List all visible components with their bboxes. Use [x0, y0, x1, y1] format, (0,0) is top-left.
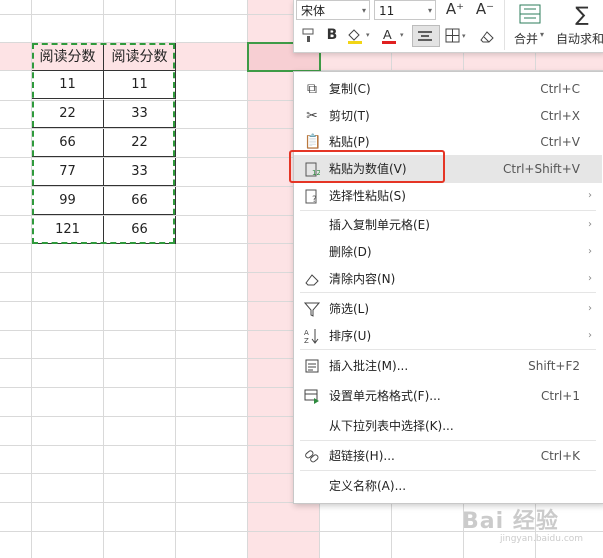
format-painter-button[interactable] — [300, 27, 318, 45]
toolbar-divider — [504, 0, 505, 50]
menu-item-shortcut: Ctrl+X — [540, 109, 580, 123]
menu-item-hyperlink[interactable]: 超链接(H)... Ctrl+K — [294, 443, 602, 469]
menu-item-label: 粘贴(P) — [329, 135, 370, 149]
svg-text:▾: ▾ — [366, 31, 370, 39]
copy-icon: ⧉ — [307, 81, 317, 97]
merge-label[interactable]: 合并 — [514, 30, 538, 47]
menu-item-delete[interactable]: 删除(D) › — [294, 239, 602, 265]
menu-item-cut[interactable]: ✂ 剪切(T) Ctrl+X — [294, 103, 602, 129]
menu-item-filter[interactable]: 筛选(L) › — [294, 296, 602, 322]
borders-button[interactable]: ▾ — [444, 27, 470, 45]
menu-item-label: 排序(U) — [329, 329, 372, 343]
copy-marquee — [32, 43, 175, 244]
font-name-value: 宋体 — [301, 4, 326, 18]
eraser-icon — [480, 31, 494, 43]
menu-item-label: 删除(D) — [329, 245, 372, 259]
chevron-right-icon: › — [588, 246, 592, 257]
filter-icon — [303, 301, 321, 317]
menu-item-label: 清除内容(N) — [329, 272, 396, 286]
font-size-value: 11 — [379, 4, 395, 18]
chevron-down-icon: ▾ — [427, 6, 432, 15]
menu-item-shortcut: Ctrl+K — [540, 449, 580, 463]
menu-item-paste-special[interactable]: ? 选择性粘贴(S) › — [294, 183, 602, 209]
annotation-highlight-box — [289, 150, 445, 183]
mini-toolbar: 宋体 ▾ 11 ▾ A⁺ A⁻ B ▾ A ▾ ▾ 合并 ▾ ∑ 自动求和 — [293, 0, 603, 53]
menu-item-format-cells[interactable]: 设置单元格格式(F)... Ctrl+1 — [294, 383, 602, 409]
menu-item-define-name[interactable]: 定义名称(A)... — [294, 473, 602, 499]
menu-item-label: 插入批注(M)... — [329, 359, 409, 373]
context-menu: ⧉ 复制(C) Ctrl+C ✂ 剪切(T) Ctrl+X 📋 粘贴(P) Ct… — [293, 71, 603, 504]
chevron-right-icon: › — [588, 273, 592, 284]
menu-item-label: 定义名称(A)... — [329, 479, 407, 493]
chevron-right-icon: › — [588, 190, 592, 201]
scissors-icon: ✂ — [306, 108, 318, 124]
eraser-icon — [304, 271, 320, 287]
menu-item-label: 筛选(L) — [329, 302, 370, 316]
clear-format-button[interactable] — [478, 27, 496, 45]
menu-item-label: 超链接(H)... — [329, 449, 395, 463]
svg-text:▾: ▾ — [400, 31, 404, 39]
watermark-url: jingyan.baidu.com — [500, 534, 584, 544]
svg-text:?: ? — [312, 195, 317, 204]
menu-item-insert-copied-cells[interactable]: 插入复制单元格(E) › — [294, 212, 602, 238]
menu-item-shortcut: Shift+F2 — [528, 359, 580, 373]
font-name-select[interactable]: 宋体 ▾ — [296, 0, 370, 20]
format-cells-icon — [304, 388, 320, 404]
menu-item-pick-from-list[interactable]: 从下拉列表中选择(K)... — [294, 413, 602, 439]
menu-separator — [300, 349, 596, 350]
svg-text:▾: ▾ — [462, 32, 466, 40]
chevron-down-icon: ▾ — [361, 6, 366, 15]
svg-text:Z: Z — [304, 337, 309, 344]
font-color-icon: A ▾ — [382, 27, 404, 44]
fill-bucket-icon: ▾ — [348, 29, 370, 44]
menu-separator — [300, 440, 596, 441]
link-icon — [304, 448, 320, 464]
menu-item-shortcut: Ctrl+1 — [540, 389, 580, 403]
menu-item-clear-contents[interactable]: 清除内容(N) › — [294, 266, 602, 292]
svg-text:A: A — [383, 27, 392, 42]
menu-item-shortcut: Ctrl+C — [540, 82, 580, 96]
borders-icon: ▾ — [445, 28, 466, 43]
sort-icon: AZ — [304, 328, 320, 345]
grid-line — [247, 0, 248, 558]
align-center-icon — [418, 31, 432, 41]
menu-separator — [300, 292, 596, 293]
menu-item-shortcut: Ctrl+V — [540, 135, 580, 149]
menu-item-label: 剪切(T) — [329, 109, 370, 123]
menu-item-label: 设置单元格格式(F)... — [329, 389, 441, 403]
menu-item-label: 复制(C) — [329, 82, 371, 96]
autosum-label[interactable]: 自动求和 — [556, 30, 603, 47]
sigma-icon[interactable]: ∑ — [570, 2, 594, 26]
shrink-font-button[interactable]: A⁻ — [474, 0, 496, 18]
paste-icon: 📋 — [304, 134, 322, 150]
format-painter-icon — [302, 28, 314, 42]
menu-item-copy[interactable]: ⧉ 复制(C) Ctrl+C — [294, 76, 602, 102]
paste-special-icon: ? — [304, 188, 320, 205]
align-center-button[interactable] — [412, 25, 440, 47]
menu-separator — [300, 470, 596, 471]
menu-item-label: 从下拉列表中选择(K)... — [329, 419, 454, 433]
grow-font-button[interactable]: A⁺ — [444, 0, 466, 18]
fill-color-button[interactable]: ▾ — [346, 27, 374, 45]
chevron-down-icon: ▾ — [540, 30, 545, 39]
watermark-logo: Bai 经验 — [462, 509, 559, 534]
bold-button[interactable]: B — [324, 27, 340, 43]
merge-cells-icon — [519, 4, 541, 24]
chevron-right-icon: › — [588, 219, 592, 230]
menu-item-sort[interactable]: AZ 排序(U) › — [294, 323, 602, 349]
comment-icon — [304, 358, 320, 374]
font-size-select[interactable]: 11 ▾ — [374, 0, 436, 20]
chevron-right-icon: › — [588, 330, 592, 341]
menu-item-label: 选择性粘贴(S) — [329, 189, 406, 203]
menu-item-insert-comment[interactable]: 插入批注(M)... Shift+F2 — [294, 353, 602, 379]
merge-cells-button[interactable] — [516, 2, 544, 26]
chevron-right-icon: › — [588, 303, 592, 314]
menu-item-label: 插入复制单元格(E) — [329, 218, 430, 232]
font-color-button[interactable]: A ▾ — [380, 27, 408, 45]
menu-item-shortcut: Ctrl+Shift+V — [503, 162, 580, 176]
svg-text:A: A — [304, 329, 309, 337]
menu-separator — [300, 210, 596, 211]
